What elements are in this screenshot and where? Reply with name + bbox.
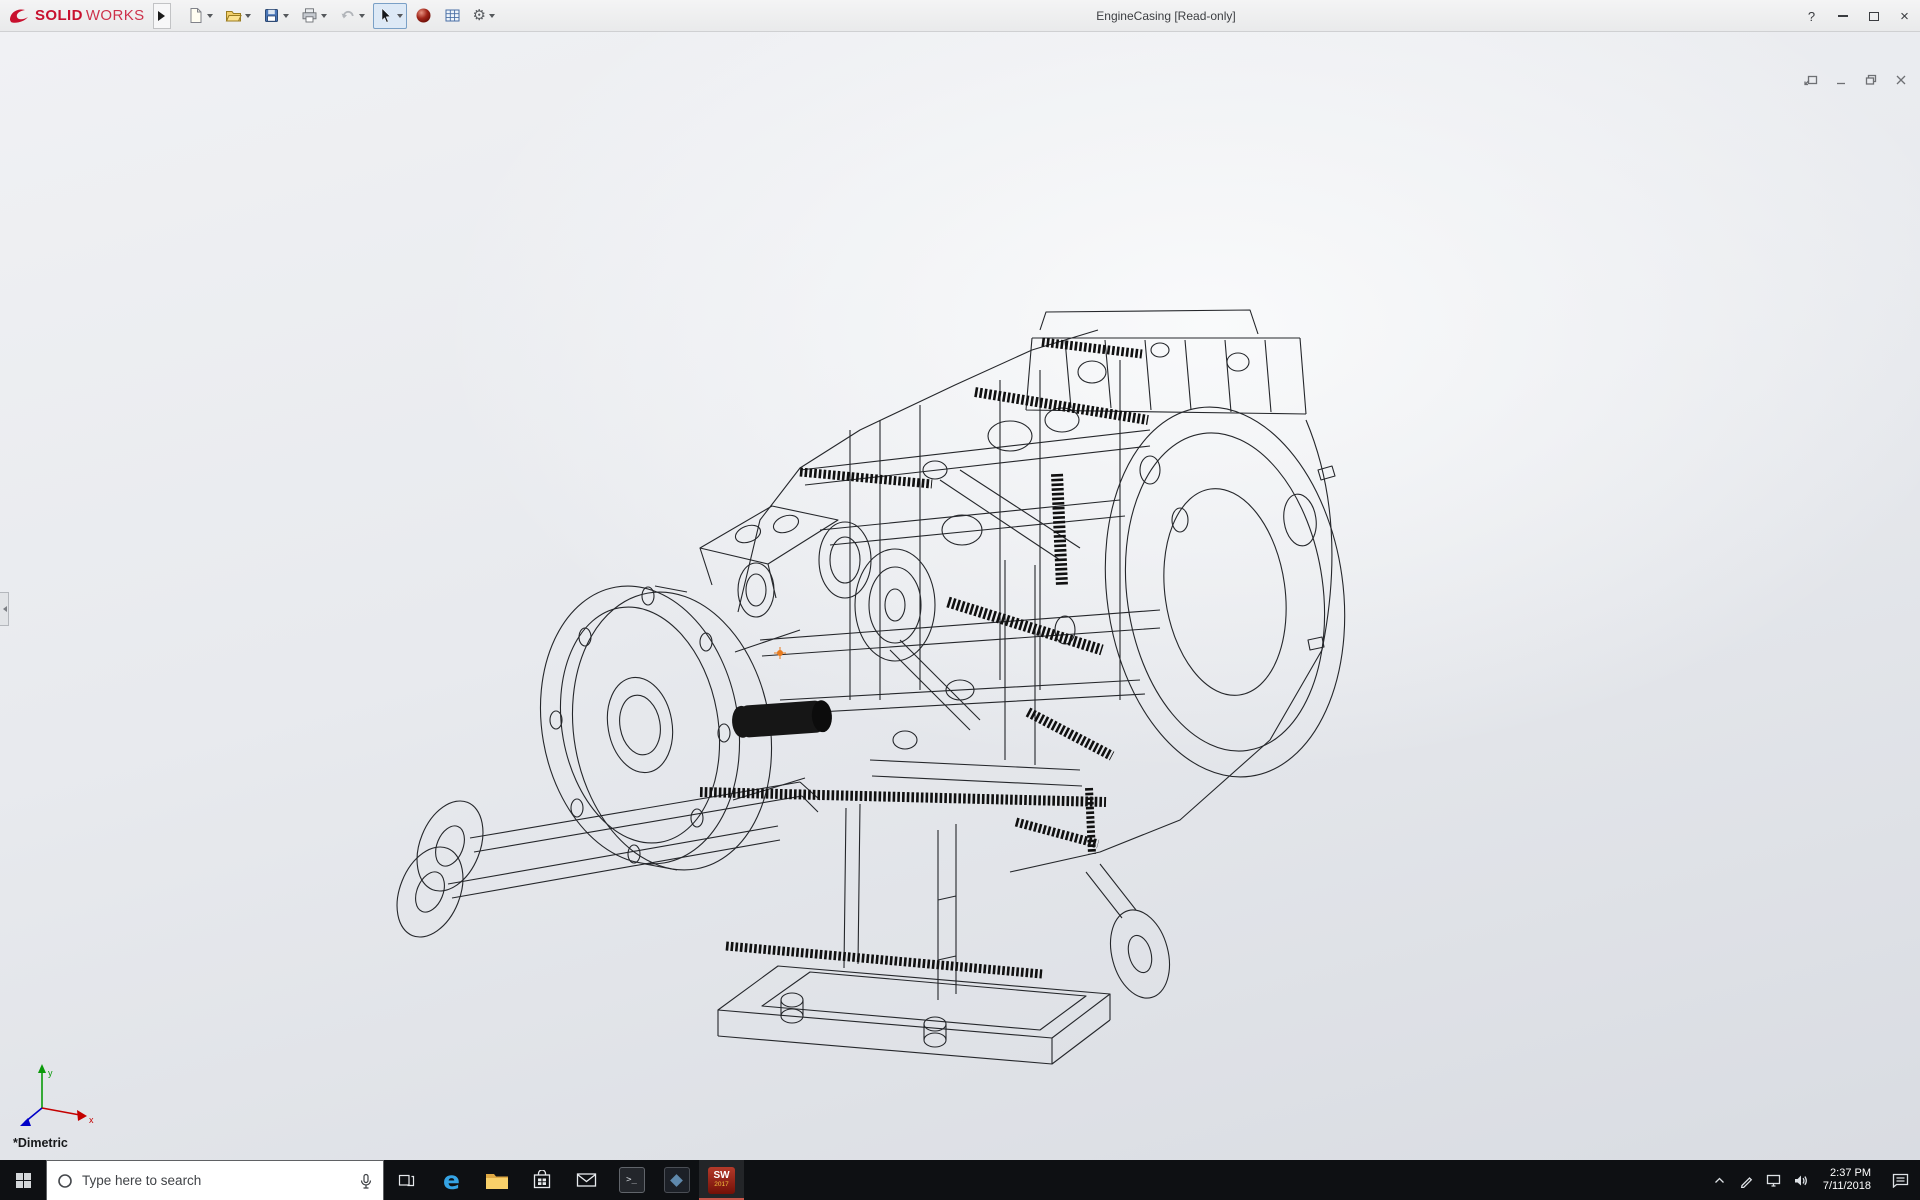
taskbar-search[interactable] — [46, 1160, 384, 1200]
start-button[interactable] — [0, 1160, 46, 1200]
open-folder-icon — [225, 7, 242, 24]
tray-volume-button[interactable] — [1787, 1160, 1814, 1200]
pen-icon — [1739, 1173, 1754, 1188]
taskbar-app-dark-tile[interactable] — [654, 1160, 699, 1200]
selection-marker — [774, 647, 786, 659]
undo-icon — [339, 7, 356, 24]
save-button[interactable] — [259, 3, 293, 29]
volume-icon — [1793, 1173, 1808, 1188]
task-view-button[interactable] — [384, 1160, 429, 1200]
new-document-icon — [187, 7, 204, 24]
help-button[interactable]: ? — [1796, 0, 1827, 32]
save-floppy-icon — [263, 7, 280, 24]
windows-taskbar: e >_ — [0, 1160, 1920, 1200]
close-icon: × — [1900, 8, 1909, 25]
command-prompt-icon: >_ — [619, 1167, 645, 1193]
table-grid-icon — [444, 7, 461, 24]
select-tool-button[interactable] — [373, 3, 407, 29]
float-window-icon — [1804, 74, 1818, 86]
print-button[interactable] — [297, 3, 331, 29]
action-center-icon — [1892, 1173, 1909, 1188]
clock-date: 7/11/2018 — [1823, 1180, 1871, 1193]
maximize-button[interactable] — [1858, 0, 1889, 32]
evaluate-table-button[interactable] — [440, 3, 465, 29]
maximize-icon — [1869, 12, 1879, 21]
tray-display-button[interactable] — [1760, 1160, 1787, 1200]
open-caret-icon — [245, 14, 251, 21]
chevron-up-icon — [1712, 1173, 1727, 1188]
graphics-viewport[interactable]: y x *Dimetric — [0, 32, 1920, 1160]
cortana-circle-icon — [57, 1173, 73, 1189]
appearance-sphere-icon — [415, 7, 432, 24]
title-bar: SOLIDWORKS — [0, 0, 1920, 32]
mail-icon — [576, 1172, 597, 1188]
clock-time: 2:37 PM — [1823, 1167, 1871, 1180]
dark-cylinder — [731, 700, 833, 739]
brand-text-bold: SOLID — [35, 7, 83, 24]
triad-y-label: y — [48, 1068, 53, 1078]
search-input[interactable] — [82, 1173, 350, 1188]
tray-pen-button[interactable] — [1733, 1160, 1760, 1200]
save-caret-icon — [283, 14, 289, 21]
brand-text-light: WORKS — [86, 7, 145, 24]
windows-start-icon — [15, 1172, 32, 1189]
help-icon: ? — [1808, 9, 1815, 24]
solidworks-window: SOLIDWORKS — [0, 0, 1920, 1200]
taskbar-app-command-prompt[interactable]: >_ — [609, 1160, 654, 1200]
taskbar-clock[interactable]: 2:37 PM 7/11/2018 — [1814, 1167, 1880, 1193]
select-caret-icon — [397, 14, 403, 21]
doc-close-icon — [1894, 74, 1908, 86]
close-button[interactable]: × — [1889, 0, 1920, 32]
undo-button[interactable] — [335, 3, 369, 29]
microphone-icon — [359, 1173, 373, 1189]
solidworks-logo: SOLIDWORKS — [0, 0, 149, 31]
new-document-button[interactable] — [183, 3, 217, 29]
flyout-arrow-icon — [158, 11, 170, 21]
triad-x-label: x — [89, 1115, 94, 1125]
doc-float-window-button[interactable] — [1800, 72, 1822, 88]
solidworks-app-icon: SW 2017 — [708, 1167, 735, 1194]
taskbar-app-mail[interactable] — [564, 1160, 609, 1200]
print-caret-icon — [321, 14, 327, 21]
doc-restore-button[interactable] — [1860, 72, 1882, 88]
collapse-arrow-icon — [0, 606, 7, 612]
edge-browser-icon: e — [443, 1166, 460, 1195]
minimize-icon — [1838, 15, 1848, 17]
dark-tile-app-icon — [664, 1167, 690, 1193]
tray-chevron-up-button[interactable] — [1706, 1160, 1733, 1200]
options-caret-icon — [489, 14, 495, 21]
minimize-button[interactable] — [1827, 0, 1858, 32]
taskbar-app-store[interactable] — [519, 1160, 564, 1200]
taskbar-app-solidworks[interactable]: SW 2017 — [699, 1160, 744, 1200]
reference-triad: y x — [20, 1064, 94, 1126]
task-view-icon — [398, 1172, 415, 1188]
open-button[interactable] — [221, 3, 255, 29]
file-explorer-icon — [485, 1171, 509, 1190]
ds-logo-icon — [8, 7, 32, 25]
action-center-button[interactable] — [1880, 1160, 1920, 1200]
taskbar-app-file-explorer[interactable] — [474, 1160, 519, 1200]
display-icon — [1766, 1173, 1781, 1188]
doc-restore-icon — [1864, 74, 1878, 86]
doc-minimize-icon — [1834, 74, 1848, 86]
window-controls: ? × — [1796, 0, 1920, 32]
appearance-sphere-button[interactable] — [411, 3, 436, 29]
system-tray: 2:37 PM 7/11/2018 — [1706, 1160, 1920, 1200]
menu-flyout-arrow-button[interactable] — [153, 3, 171, 29]
document-title: EngineCasing [Read-only] — [1096, 0, 1235, 32]
doc-minimize-button[interactable] — [1830, 72, 1852, 88]
document-window-controls — [1800, 72, 1912, 88]
engine-casing-wireframe: y x — [0, 32, 1920, 1160]
select-cursor-icon — [377, 7, 394, 24]
options-gear-icon: ⚙ — [473, 7, 486, 24]
undo-caret-icon — [359, 14, 365, 21]
new-document-caret-icon — [207, 14, 213, 21]
microsoft-store-icon — [532, 1170, 552, 1190]
taskbar-app-edge[interactable]: e — [429, 1160, 474, 1200]
print-icon — [301, 7, 318, 24]
view-orientation-label: *Dimetric — [13, 1136, 68, 1150]
feature-panel-collapse-tab[interactable] — [0, 592, 9, 626]
options-button[interactable]: ⚙ — [469, 3, 499, 29]
doc-close-button[interactable] — [1890, 72, 1912, 88]
